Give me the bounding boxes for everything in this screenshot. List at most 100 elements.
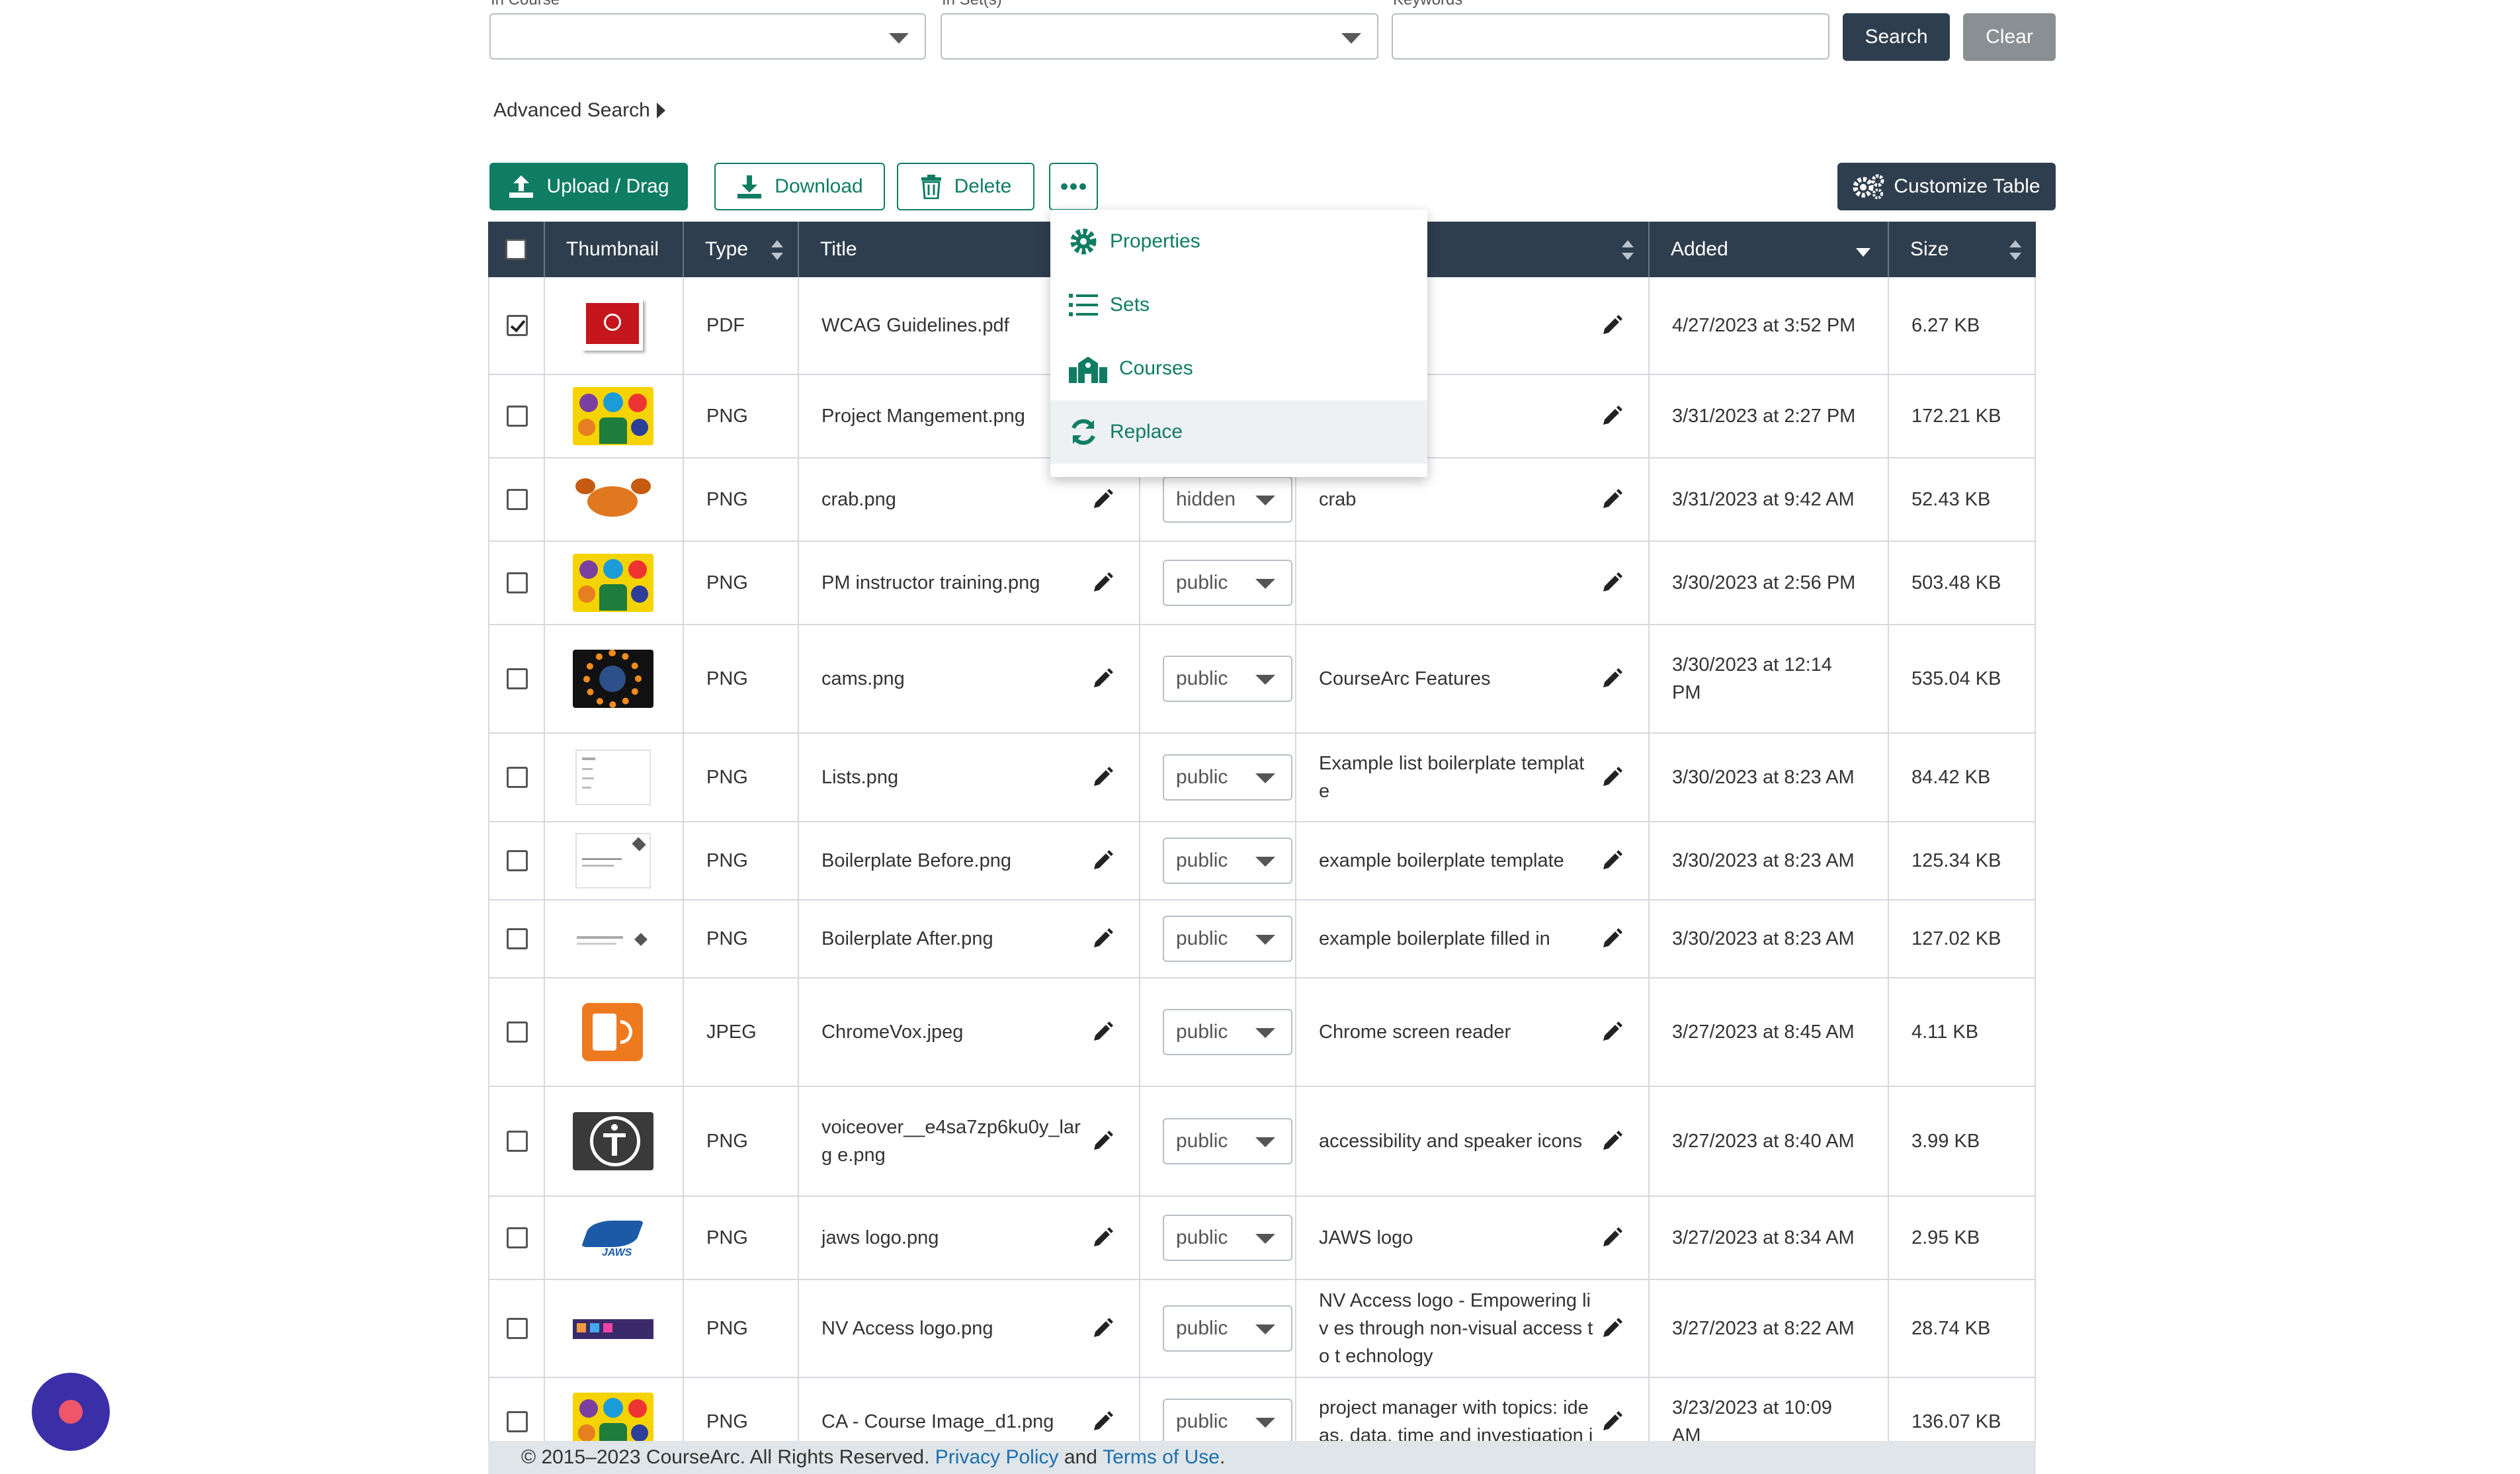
edit-description-pencil-icon[interactable] [1601,1227,1623,1249]
download-button[interactable]: Download [714,163,885,210]
edit-title-pencil-icon[interactable] [1091,1227,1114,1249]
edit-title-pencil-icon[interactable] [1091,928,1114,950]
row-checkbox[interactable] [507,668,528,689]
row-checkbox[interactable] [507,767,528,788]
visibility-value: public [1176,1021,1228,1043]
course-select[interactable] [489,13,926,60]
table-row[interactable]: PNG Boilerplate After.png public example bo… [488,900,2036,978]
row-checkbox[interactable] [507,1411,528,1432]
visibility-select[interactable]: public [1163,1215,1292,1261]
thumbnail-image[interactable] [573,910,653,968]
row-checkbox[interactable] [507,1227,528,1248]
visibility-select[interactable]: public [1163,754,1292,801]
privacy-policy-link[interactable]: Privacy Policy [935,1446,1059,1469]
edit-description-pencil-icon[interactable] [1601,668,1623,690]
edit-title-pencil-icon[interactable] [1091,488,1114,511]
advanced-search-toggle[interactable]: Advanced Search [493,99,665,122]
row-checkbox[interactable] [507,1131,528,1152]
header-type[interactable]: Type [684,222,799,277]
edit-description-pencil-icon[interactable] [1601,1317,1623,1340]
edit-description-pencil-icon[interactable] [1601,928,1623,950]
row-checkbox[interactable] [507,1021,528,1043]
edit-title-pencil-icon[interactable] [1091,668,1114,690]
table-row[interactable]: JPEG ChromeVox.jpeg public Chrome screen re… [488,978,2036,1087]
row-checkbox[interactable] [507,850,528,871]
select-all-checkbox[interactable] [505,239,526,260]
row-checkbox[interactable] [507,489,528,510]
row-checkbox[interactable] [507,315,528,336]
thumbnail-image[interactable] [573,387,653,445]
upload-button[interactable]: Upload / Drag [489,163,688,210]
thumbnail-image[interactable] [573,554,653,612]
file-type: PNG [706,1227,748,1248]
thumbnail-image[interactable] [573,650,653,708]
row-checkbox[interactable] [507,928,528,949]
visibility-select[interactable]: public [1163,838,1292,884]
more-actions-button[interactable] [1049,163,1098,210]
visibility-select[interactable]: public [1163,1305,1292,1352]
menu-item-replace[interactable]: Replace [1050,400,1427,464]
edit-title-pencil-icon[interactable] [1091,572,1114,594]
thumbnail-image[interactable] [573,1112,653,1170]
file-title: Project Mangement.png [821,406,1025,427]
edit-description-pencil-icon[interactable] [1601,766,1623,789]
table-row[interactable]: PNG voiceover__e4sa7zp6ku0y_larg e.png pub… [488,1087,2036,1197]
row-checkbox[interactable] [507,1318,528,1339]
header-added[interactable]: Added [1650,222,1889,277]
thumbnail-image[interactable] [573,470,653,529]
thumbnail-image[interactable] [573,296,653,355]
chat-widget-button[interactable] [32,1373,110,1451]
edit-description-pencil-icon[interactable] [1601,1021,1623,1043]
edit-description-pencil-icon[interactable] [1601,488,1623,511]
thumbnail-image[interactable] [573,1299,653,1358]
table-row[interactable]: PNG cams.png public CourseArc Features 3/30/… [488,625,2036,734]
customize-table-button[interactable]: Customize Table [1837,163,2056,210]
edit-title-pencil-icon[interactable] [1091,1317,1114,1340]
menu-item-sets[interactable]: Sets [1050,273,1427,337]
visibility-select[interactable]: public [1163,656,1292,702]
terms-of-use-link[interactable]: Terms of Use [1103,1446,1220,1469]
thumbnail-image[interactable] [573,832,653,890]
thumbnail-image[interactable]: JAWS [573,1209,653,1267]
row-checkbox[interactable] [507,406,528,427]
edit-description-pencil-icon[interactable] [1601,314,1623,337]
edit-description-pencil-icon[interactable] [1601,1130,1623,1152]
delete-button[interactable]: Delete [897,163,1034,210]
edit-title-pencil-icon[interactable] [1091,1410,1114,1433]
visibility-select[interactable]: public [1163,560,1292,606]
edit-title-pencil-icon[interactable] [1091,849,1114,872]
menu-item-properties[interactable]: Properties [1050,210,1427,273]
table-row[interactable]: PNG Lists.png public Example list boilerpla… [488,734,2036,822]
table-row[interactable]: JAWS PNG jaws logo.png public JAWS logo 3/27/… [488,1197,2036,1280]
menu-item-courses[interactable]: Courses [1050,337,1427,400]
edit-title-pencil-icon[interactable] [1091,1130,1114,1152]
table-row[interactable]: PNG Boilerplate Before.png public example b… [488,822,2036,900]
search-button[interactable]: Search [1843,13,1950,61]
file-type: PNG [706,850,748,871]
visibility-select[interactable]: public [1163,1399,1292,1445]
edit-description-pencil-icon[interactable] [1601,849,1623,872]
advanced-search-label: Advanced Search [493,99,650,121]
edit-description-pencil-icon[interactable] [1601,1410,1623,1433]
description-cell: example boilerplate filled in [1296,900,1650,977]
keywords-input[interactable] [1392,13,1829,60]
header-title-label: Title [820,238,857,260]
type-cell: PNG [684,458,799,541]
header-size[interactable]: Size [1889,222,2036,277]
added-cell: 3/30/2023 at 12:14 PM [1650,625,1889,732]
edit-title-pencil-icon[interactable] [1091,766,1114,789]
table-row[interactable]: PNG NV Access logo.png public NV Access log… [488,1280,2036,1378]
visibility-select[interactable]: public [1163,1118,1292,1164]
visibility-select[interactable]: hidden [1163,476,1292,523]
clear-button[interactable]: Clear [1963,13,2056,61]
sets-select[interactable] [941,13,1378,60]
edit-description-pencil-icon[interactable] [1601,572,1623,594]
row-checkbox[interactable] [507,572,528,593]
thumbnail-image[interactable] [573,748,653,806]
visibility-select[interactable]: public [1163,1009,1292,1055]
edit-title-pencil-icon[interactable] [1091,1021,1114,1043]
visibility-select[interactable]: public [1163,916,1292,962]
edit-description-pencil-icon[interactable] [1601,405,1623,427]
thumbnail-image[interactable] [573,1003,653,1061]
table-row[interactable]: PNG PM instructor training.png public 3/30/… [488,542,2036,625]
